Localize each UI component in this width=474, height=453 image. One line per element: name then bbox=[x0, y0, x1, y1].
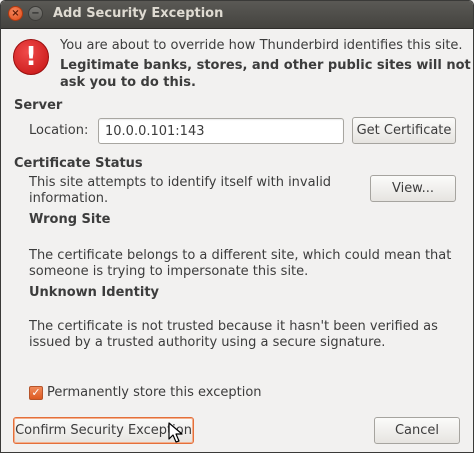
exclamation-icon: ! bbox=[13, 39, 49, 75]
warning-emphasis-line-2: ask you to do this. bbox=[60, 75, 196, 90]
location-input[interactable] bbox=[98, 118, 344, 144]
close-icon: × bbox=[11, 7, 20, 19]
certificate-status-heading: Certificate Status bbox=[14, 156, 143, 171]
title-bar: × − Add Security Exception bbox=[1, 1, 473, 29]
add-security-exception-dialog: × − Add Security Exception ! You are abo… bbox=[0, 0, 474, 453]
get-certificate-button[interactable]: Get Certificate bbox=[352, 117, 456, 144]
window-minimize-button[interactable]: − bbox=[28, 6, 43, 21]
permanent-store-checkbox[interactable]: ✓ bbox=[29, 386, 43, 400]
permanent-store-label[interactable]: Permanently store this exception bbox=[47, 384, 262, 402]
server-heading: Server bbox=[14, 98, 63, 113]
minimize-icon: − bbox=[31, 7, 40, 19]
wrong-site-text-line-2: someone is trying to impersonate this si… bbox=[29, 264, 309, 279]
mouse-pointer-icon bbox=[168, 422, 183, 443]
window-title: Add Security Exception bbox=[53, 6, 224, 21]
confirm-security-exception-button[interactable]: Confirm Security Exception bbox=[13, 417, 194, 444]
cert-status-intro-line-2: information. bbox=[29, 191, 109, 206]
checkmark-icon: ✓ bbox=[31, 386, 41, 399]
warning-message: You are about to override how Thunderbir… bbox=[60, 38, 463, 53]
view-certificate-button[interactable]: View... bbox=[370, 175, 456, 202]
location-label: Location: bbox=[29, 123, 89, 138]
warning-emphasis-line-1: Legitimate banks, stores, and other publ… bbox=[60, 58, 471, 73]
unknown-identity-text-line-2: issued by a trusted authority using a se… bbox=[29, 335, 386, 350]
unknown-identity-heading: Unknown Identity bbox=[29, 285, 160, 300]
wrong-site-heading: Wrong Site bbox=[29, 212, 111, 227]
window-close-button[interactable]: × bbox=[8, 6, 23, 21]
cancel-button[interactable]: Cancel bbox=[374, 417, 460, 444]
